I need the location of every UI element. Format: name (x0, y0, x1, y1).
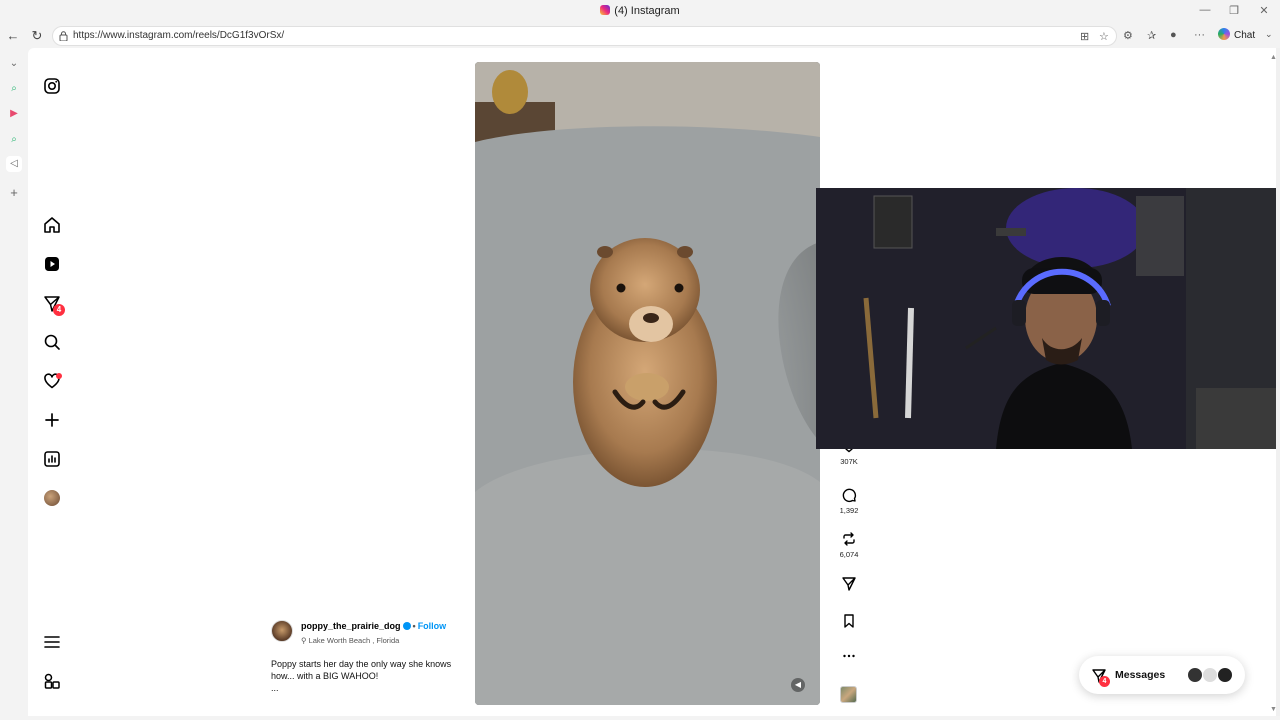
instagram-favicon-icon (600, 5, 611, 15)
save-action[interactable] (836, 613, 862, 629)
webcam-video (816, 188, 1276, 449)
webcam-overlay (816, 188, 1276, 449)
share-action[interactable] (836, 576, 862, 592)
bookmark-icon (844, 614, 854, 628)
comment-action[interactable]: 1,392 (836, 487, 862, 515)
search-app-icon[interactable]: ⌕ (6, 81, 22, 97)
reel-video[interactable]: ◀ (475, 62, 820, 705)
messages-dock-badge: 4 (1099, 676, 1110, 687)
app-available-icon[interactable]: ⊞ (1080, 30, 1089, 43)
scroll-up-icon[interactable]: ▲ (1270, 54, 1277, 61)
prairie-dog-video-frame (475, 62, 820, 705)
location-pin-icon: ⚲ (301, 636, 309, 645)
profile-avatar[interactable] (44, 490, 60, 506)
chevron-down-icon[interactable]: ⌄ (1265, 29, 1273, 40)
more-menu-icon[interactable] (42, 632, 62, 652)
repost-action[interactable]: 6,074 (836, 531, 862, 559)
caption-more[interactable]: ... (271, 682, 461, 694)
window-title-text: (4) Instagram (614, 5, 680, 17)
location-link[interactable]: Lake Worth Beach , Florida (309, 636, 400, 645)
conversation-avatar[interactable] (1187, 667, 1203, 683)
minimize-icon[interactable]: — (1197, 4, 1213, 16)
browser-titlebar: (4) Instagram — ❐ ✕ (0, 0, 1280, 24)
location-line: ⚲ Lake Worth Beach , Florida (301, 636, 399, 645)
messages-dock[interactable]: 4 Messages (1079, 656, 1245, 694)
favorite-star-icon[interactable]: ☆ (1099, 30, 1109, 43)
url-input[interactable] (73, 30, 973, 41)
chat-label: Chat (1234, 30, 1256, 41)
search-icon[interactable] (42, 332, 62, 352)
repost-icon (843, 532, 855, 546)
reel-caption: Poppy starts her day the only way she kn… (271, 658, 461, 694)
scroll-down-icon[interactable]: ▼ (1270, 706, 1277, 713)
copilot-chat-button[interactable]: Chat (1218, 28, 1255, 41)
messages-badge: 4 (53, 304, 65, 316)
restore-icon[interactable]: ❐ (1226, 4, 1242, 17)
meta-apps-icon[interactable] (42, 671, 62, 691)
window-title: (4) Instagram (0, 5, 1280, 17)
messages-dock-label: Messages (1115, 669, 1166, 681)
youtube-icon[interactable]: ▶ (6, 106, 22, 122)
comment-count: 1,392 (839, 506, 859, 515)
instagram-logo-icon[interactable] (42, 76, 62, 96)
caption-text: Poppy starts her day the only way she kn… (271, 659, 452, 681)
dashboard-icon[interactable] (42, 449, 62, 469)
author-avatar[interactable] (271, 620, 293, 642)
more-options-action[interactable] (836, 648, 862, 664)
verified-badge-icon (402, 622, 411, 630)
close-window-icon[interactable]: ✕ (1256, 4, 1272, 17)
like-count: 307K (840, 457, 858, 466)
lock-icon (59, 31, 68, 41)
page-scrollbar[interactable] (1276, 48, 1280, 716)
create-plus-icon[interactable] (42, 410, 62, 430)
separator-dot: • (412, 621, 416, 631)
edge-sidebar: ⌄ ⌕ ▶ ⌕ ◁ + (0, 48, 28, 720)
conversation-avatar[interactable] (1202, 667, 1218, 683)
extensions-icon[interactable]: ⚙ (1123, 29, 1133, 42)
home-icon[interactable] (42, 215, 62, 235)
audio-thumbnail[interactable] (840, 686, 857, 703)
instagram-sidebar: 4 (28, 48, 76, 716)
favorites-icon[interactable]: ✰ (1147, 29, 1156, 42)
copilot-icon (1218, 28, 1230, 40)
address-bar[interactable]: ⊞ ☆ (52, 26, 1117, 46)
author-line: poppy_the_prairie_dog • Follow (301, 621, 446, 631)
repost-count: 6,074 (839, 550, 859, 559)
browser-toolbar: ← ↻ ⊞ ☆ ⚙ ✰ ● ··· Chat ⌄ (0, 24, 1280, 48)
mute-toggle-icon[interactable]: ◀ (791, 678, 805, 692)
notification-dot (56, 373, 62, 379)
back-icon[interactable]: ← (5, 28, 21, 44)
conversation-avatar[interactable] (1217, 667, 1233, 683)
audio-icon[interactable]: ◁ (6, 156, 22, 172)
follow-button[interactable]: Follow (418, 621, 447, 631)
share-icon (842, 577, 856, 591)
refresh-icon[interactable]: ↻ (29, 28, 45, 44)
reels-icon[interactable] (42, 254, 62, 274)
more-options-icon[interactable]: ··· (1194, 29, 1205, 41)
add-icon[interactable]: + (6, 185, 22, 201)
author-username[interactable]: poppy_the_prairie_dog (301, 621, 401, 631)
search-app-icon[interactable]: ⌕ (6, 132, 22, 148)
profile-icon[interactable]: ● (1170, 29, 1177, 41)
more-dots-icon (843, 654, 855, 658)
web-page: 4 ◀ poppy_the_prairie_dog • Follow ⚲ Lak… (28, 48, 1276, 716)
comment-icon (842, 488, 857, 503)
chevron-down-icon[interactable]: ⌄ (6, 56, 22, 72)
